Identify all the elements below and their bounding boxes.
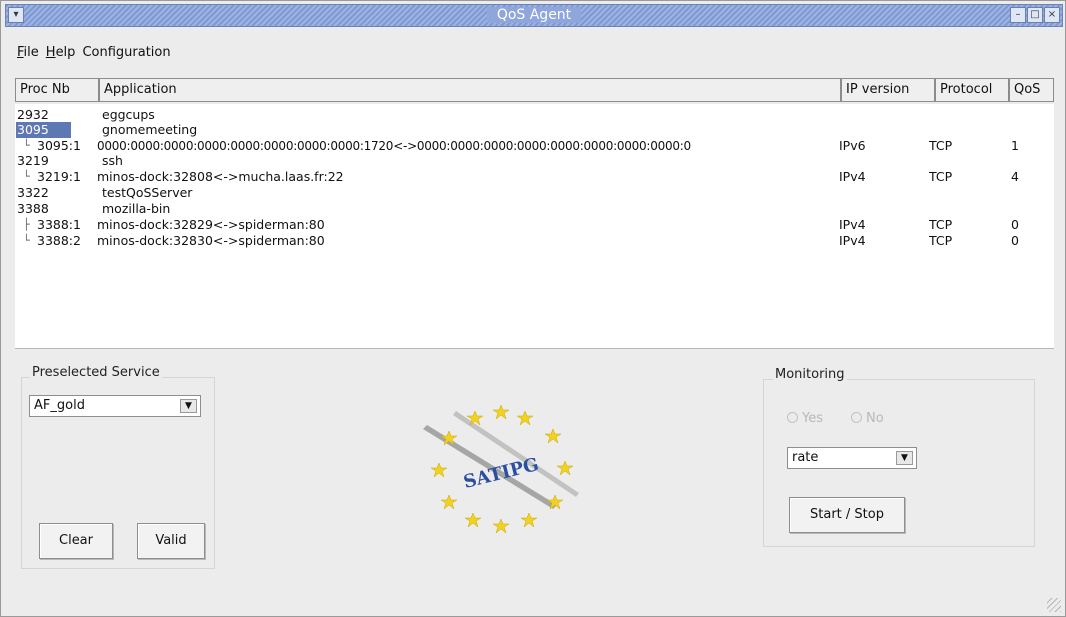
application: ssh xyxy=(102,153,123,168)
proc-nb: 3388:2 xyxy=(37,233,81,248)
minimize-icon[interactable]: – xyxy=(1010,7,1026,23)
radio-dot-icon xyxy=(851,412,862,423)
service-select-value: AF_gold xyxy=(34,398,85,413)
radio-yes-label: Yes xyxy=(802,411,823,426)
menu-help[interactable]: Help xyxy=(46,45,76,65)
window-title: QoS Agent xyxy=(486,7,582,23)
radio-dot-icon xyxy=(787,412,798,423)
table-row[interactable]: 3095 gnomemeeting xyxy=(15,122,1054,138)
resize-grip-icon[interactable] xyxy=(1047,598,1061,612)
ip-version: IPv6 xyxy=(839,138,866,153)
proc-nb: 3388 xyxy=(17,201,49,216)
radio-no[interactable]: No xyxy=(851,411,884,426)
application: mozilla-bin xyxy=(102,201,171,216)
table-row[interactable]: 3322 testQoSServer xyxy=(15,185,1054,201)
table-row[interactable]: 2932 eggcups xyxy=(15,107,1054,123)
proc-nb: 3219 xyxy=(17,153,49,168)
chevron-down-icon[interactable]: ▼ xyxy=(180,399,197,413)
application: gnomemeeting xyxy=(102,122,198,137)
tree-connector-icon: └ xyxy=(23,139,30,152)
satipg-logo: SATIPG xyxy=(409,397,593,559)
menu-file[interactable]: File xyxy=(17,45,39,65)
header-protocol[interactable]: Protocol xyxy=(935,78,1009,102)
protocol: TCP xyxy=(929,217,953,232)
qos-agent-window: ▾ QoS Agent – □ × File Help Configuratio… xyxy=(0,0,1066,617)
protocol: TCP xyxy=(929,169,953,184)
chevron-down-icon[interactable]: ▼ xyxy=(896,451,913,465)
radio-no-label: No xyxy=(866,411,884,426)
radio-yes[interactable]: Yes xyxy=(787,411,823,426)
tree-connector-icon: └ xyxy=(23,170,30,183)
monitoring-select[interactable]: rate ▼ xyxy=(787,447,917,469)
header-ip-version[interactable]: IP version xyxy=(841,78,935,102)
protocol: TCP xyxy=(929,233,953,248)
valid-button[interactable]: Valid xyxy=(137,523,205,559)
ip-version: IPv4 xyxy=(839,217,866,232)
maximize-icon[interactable]: □ xyxy=(1027,7,1043,23)
ip-version: IPv4 xyxy=(839,169,866,184)
header-proc-nb[interactable]: Proc Nb xyxy=(15,78,99,102)
tree-connector-icon: └ xyxy=(23,234,30,247)
qos: 0 xyxy=(1011,217,1019,232)
table-row[interactable]: 3388 mozilla-bin xyxy=(15,201,1054,217)
application: eggcups xyxy=(102,107,155,122)
monitoring-label: Monitoring xyxy=(773,367,847,382)
close-icon[interactable]: × xyxy=(1044,7,1060,23)
qos: 1 xyxy=(1011,138,1019,153)
proc-nb: 2932 xyxy=(17,107,49,122)
clear-button[interactable]: Clear xyxy=(39,523,113,559)
title-bar[interactable]: ▾ QoS Agent – □ × xyxy=(5,4,1063,27)
application: testQoSServer xyxy=(102,185,193,200)
application: minos-dock:32830<->spiderman:80 xyxy=(97,233,325,248)
application: minos-dock:32808<->mucha.laas.fr:22 xyxy=(97,169,344,184)
protocol: TCP xyxy=(929,138,953,153)
qos: 0 xyxy=(1011,233,1019,248)
proc-nb: 3095 xyxy=(16,122,71,138)
proc-nb: 3388:1 xyxy=(37,217,81,232)
start-stop-button[interactable]: Start / Stop xyxy=(789,497,905,533)
ip-version: IPv4 xyxy=(839,233,866,248)
application: minos-dock:32829<->spiderman:80 xyxy=(97,217,325,232)
preselected-service-label: Preselected Service xyxy=(30,365,162,380)
header-application[interactable]: Application xyxy=(99,78,841,102)
proc-nb: 3095:1 xyxy=(37,138,81,153)
table-row[interactable]: └ 3095:1 0000:0000:0000:0000:0000:0000:0… xyxy=(15,138,1054,154)
header-qos[interactable]: QoS xyxy=(1009,78,1054,102)
qos: 4 xyxy=(1011,169,1019,184)
table-row[interactable]: └ 3388:2 minos-dock:32830<->spiderman:80… xyxy=(15,233,1054,249)
proc-nb: 3219:1 xyxy=(37,169,81,184)
table-row[interactable]: ├ 3388:1 minos-dock:32829<->spiderman:80… xyxy=(15,217,1054,233)
proc-nb: 3322 xyxy=(17,185,49,200)
application: 0000:0000:0000:0000:0000:0000:0000:0000:… xyxy=(97,139,691,153)
table-header: Proc Nb Application IP version Protocol … xyxy=(15,78,1054,104)
monitoring-select-value: rate xyxy=(792,450,819,465)
process-table: Proc Nb Application IP version Protocol … xyxy=(15,78,1054,349)
service-select[interactable]: AF_gold ▼ xyxy=(29,395,201,417)
tree-connector-icon: ├ xyxy=(23,218,30,231)
menu-configuration[interactable]: Configuration xyxy=(82,45,170,65)
menu-bar: File Help Configuration xyxy=(17,45,171,65)
table-row[interactable]: 3219 ssh xyxy=(15,153,1054,169)
table-row[interactable]: └ 3219:1 minos-dock:32808<->mucha.laas.f… xyxy=(15,169,1054,185)
